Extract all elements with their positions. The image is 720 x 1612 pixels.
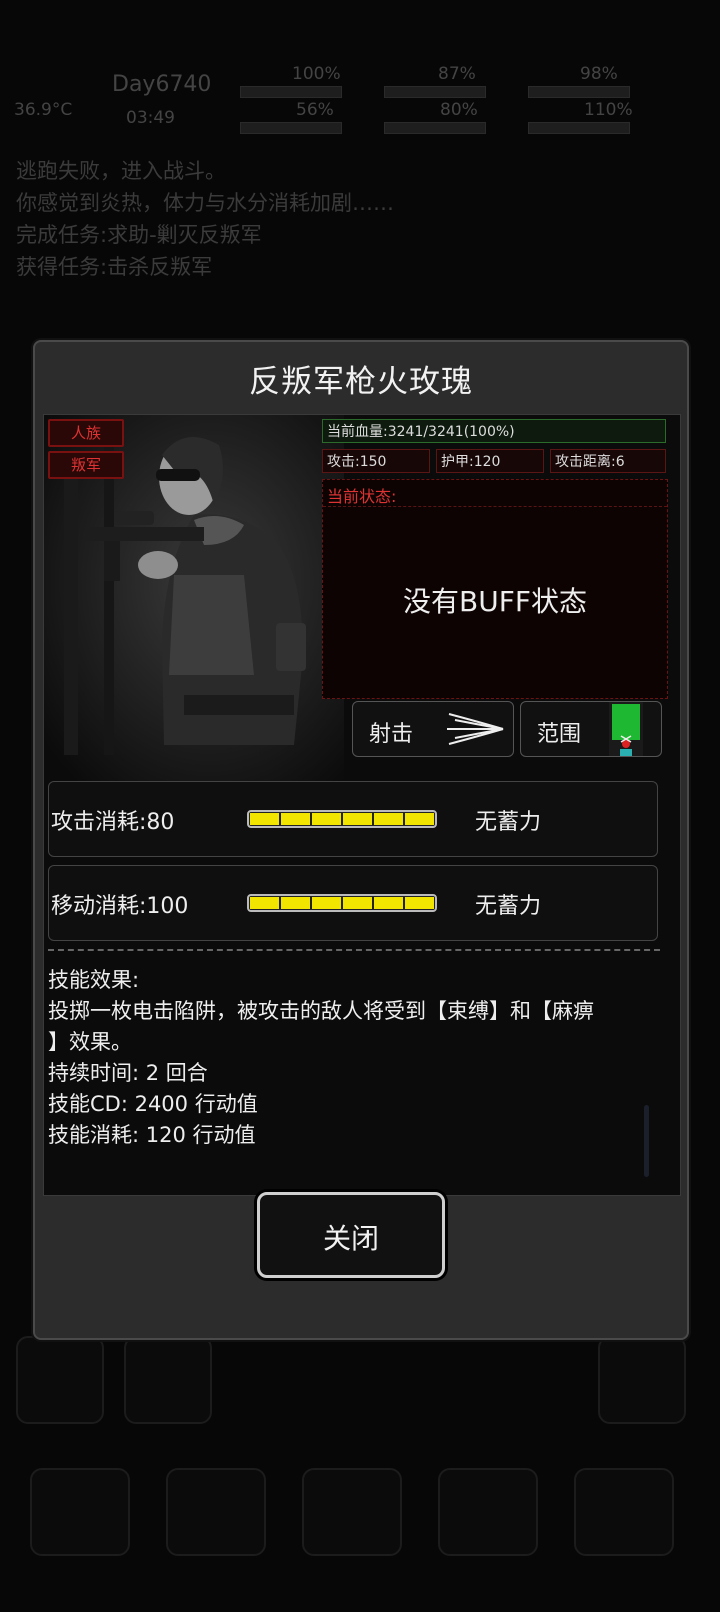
status-label: 当前状态: (327, 487, 397, 506)
shoot-label: 射击 (369, 722, 414, 747)
skills-icon[interactable] (166, 1468, 266, 1556)
stat-2: 87% (438, 64, 476, 84)
shop-icon[interactable] (438, 1468, 538, 1556)
enemy-name: 反叛军枪火玫瑰 (249, 364, 473, 400)
attack-charge-label: 无蓄力 (475, 810, 542, 835)
armor-stat: 护甲:120 (436, 449, 544, 473)
attack-cost-label: 攻击消耗:80 (51, 810, 175, 835)
stat-4: 56% (296, 100, 334, 120)
move-cost-row: 移动消耗:100 无蓄力 (48, 865, 658, 941)
stat-5: 80% (440, 100, 478, 120)
shoot-icon (447, 713, 504, 745)
skill-description: 技能效果: 投掷一枚电击陷阱，被攻击的敌人将受到【束缚】和【麻痹 】效果。 持续… (48, 968, 594, 1147)
range-skill-button[interactable]: 范围 (520, 701, 662, 757)
attack-stat: 攻击:150 (322, 449, 430, 473)
stat-3: 98% (580, 64, 618, 84)
divider (48, 949, 660, 951)
dpad-icon[interactable] (598, 1336, 686, 1424)
stat-1: 100% (292, 64, 341, 84)
range-stat: 攻击距离:6 (550, 449, 666, 473)
hp-display: 当前血量:3241/3241(100%) (322, 419, 666, 443)
interact-icon[interactable] (16, 1336, 104, 1424)
backpack-icon[interactable] (30, 1468, 130, 1556)
status-panel: 当前状态: 没有BUFF状态 (322, 479, 668, 699)
shoot-skill-button[interactable]: 射击 (352, 701, 514, 757)
description-scrollbar[interactable] (644, 1105, 649, 1177)
close-button[interactable]: 关闭 (257, 1192, 445, 1278)
range-label: 范围 (537, 722, 582, 747)
move-charge-label: 无蓄力 (475, 894, 542, 919)
attack-cost-row: 攻击消耗:80 无蓄力 (48, 781, 658, 857)
close-label: 关闭 (322, 1222, 379, 1255)
race-tag: 人族 (48, 419, 124, 447)
stat-6: 110% (584, 100, 633, 120)
attack-cost-bar (247, 810, 437, 828)
enemy-info-dialog: 反叛军枪火玫瑰 人族 叛军 当前血量:3241/3241(100%) 攻击:15… (33, 340, 689, 1340)
battle-log: 逃跑失败，进入战斗。 你感觉到炎热，体力与水分消耗加剧…… 完成任务:求助-剿灭… (16, 159, 394, 279)
enemy-details-panel: 人族 叛军 当前血量:3241/3241(100%) 攻击:150 护甲:120… (43, 414, 681, 1196)
walk-icon[interactable] (124, 1336, 212, 1424)
faction-tag: 叛军 (48, 451, 124, 479)
range-grid-icon (609, 702, 643, 756)
temperature-label: 36.9°C (14, 100, 73, 120)
day-label: Day6740 (112, 72, 212, 97)
move-cost-bar (247, 894, 437, 912)
status-bar: Day6740 03:49 36.9°C 100% 87% 98% 56% 80… (0, 60, 720, 142)
move-cost-label: 移动消耗:100 (51, 894, 189, 919)
no-buff-text: 没有BUFF状态 (403, 585, 587, 618)
time-label: 03:49 (126, 108, 175, 128)
quest-icon[interactable] (302, 1468, 402, 1556)
menu-icon[interactable] (574, 1468, 674, 1556)
